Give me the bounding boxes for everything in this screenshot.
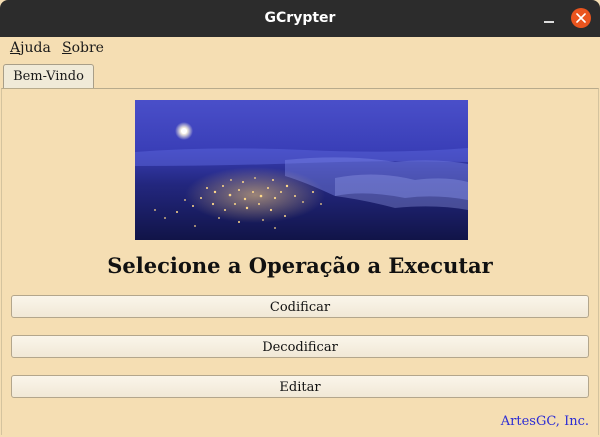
menu-sobre[interactable]: Sobre — [62, 39, 104, 57]
codificar-button[interactable]: Codificar — [11, 295, 589, 318]
banner-image — [135, 100, 468, 240]
tab-bem-vindo[interactable]: Bem-Vindo — [3, 64, 94, 89]
footer-link[interactable]: ArtesGC, Inc. — [501, 414, 589, 429]
close-icon — [576, 13, 586, 23]
close-button[interactable] — [571, 8, 591, 28]
page-heading: Selecione a Operação a Executar — [107, 253, 493, 278]
editar-button[interactable]: Editar — [11, 375, 589, 398]
decodificar-button[interactable]: Decodificar — [11, 335, 589, 358]
menu-ajuda[interactable]: Ajuda — [10, 39, 51, 57]
title-bar[interactable]: GCrypter — [0, 0, 600, 37]
window-title: GCrypter — [264, 10, 336, 26]
minimize-button[interactable] — [538, 8, 560, 30]
